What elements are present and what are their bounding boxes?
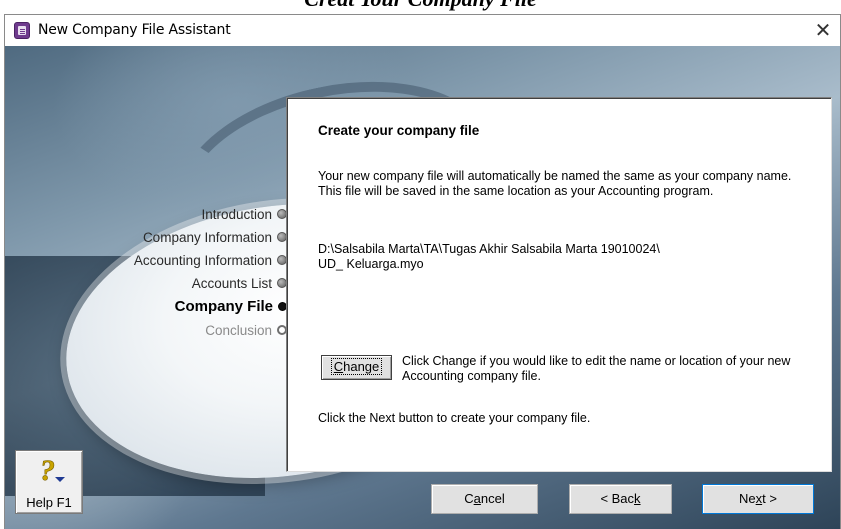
next-button[interactable]: Next > bbox=[702, 484, 814, 514]
panel-heading: Create your company file bbox=[318, 123, 480, 138]
step-label-current: Company File bbox=[174, 297, 273, 315]
new-company-file-assistant-window: New Company File Assistant ✕ Introductio… bbox=[4, 14, 841, 529]
step-label: Conclusion bbox=[205, 322, 272, 338]
svg-text:?: ? bbox=[40, 455, 55, 487]
step-introduction: Introduction bbox=[201, 204, 287, 224]
close-button[interactable]: ✕ bbox=[806, 15, 840, 46]
window-title: New Company File Assistant bbox=[38, 22, 231, 38]
cancel-button[interactable]: Cancel bbox=[431, 484, 538, 514]
step-conclusion: Conclusion bbox=[205, 320, 287, 340]
back-button[interactable]: < Back bbox=[569, 484, 672, 514]
help-question-icon: ? bbox=[40, 455, 65, 487]
document-caption: Creat Your Company File bbox=[0, 0, 841, 12]
step-label: Introduction bbox=[201, 206, 272, 222]
change-button-label: Change bbox=[330, 358, 383, 375]
title-bar[interactable]: New Company File Assistant ✕ bbox=[5, 15, 840, 46]
panel-description: Your new company file will automatically… bbox=[318, 169, 792, 198]
step-company-file: Company File bbox=[175, 296, 287, 316]
step-label: Company Information bbox=[142, 229, 272, 245]
assistant-body: Introduction Company Information Account… bbox=[5, 46, 840, 529]
help-button-label: Help F1 bbox=[26, 495, 72, 510]
change-help-text: Click Change if you would like to edit t… bbox=[402, 354, 791, 383]
step-company-information: Company Information bbox=[143, 227, 287, 247]
step-accounting-information: Accounting Information bbox=[134, 250, 287, 270]
company-file-path-line: UD_ Keluarga.myo bbox=[318, 257, 424, 271]
company-file-icon bbox=[14, 22, 30, 39]
step-label: Accounts List bbox=[191, 275, 272, 291]
next-hint-text: Click the Next button to create your com… bbox=[318, 411, 591, 425]
help-button[interactable]: ? Help F1 bbox=[15, 450, 83, 514]
content-panel: Create your company file Your new compan… bbox=[286, 97, 832, 472]
company-file-path-line: D:\Salsabila Marta\TA\Tugas Akhir Salsab… bbox=[318, 242, 660, 256]
step-label: Accounting Information bbox=[133, 252, 272, 268]
step-accounts-list: Accounts List bbox=[192, 273, 287, 293]
change-button[interactable]: Change bbox=[321, 355, 392, 380]
company-file-path: D:\Salsabila Marta\TA\Tugas Akhir Salsab… bbox=[318, 242, 798, 272]
